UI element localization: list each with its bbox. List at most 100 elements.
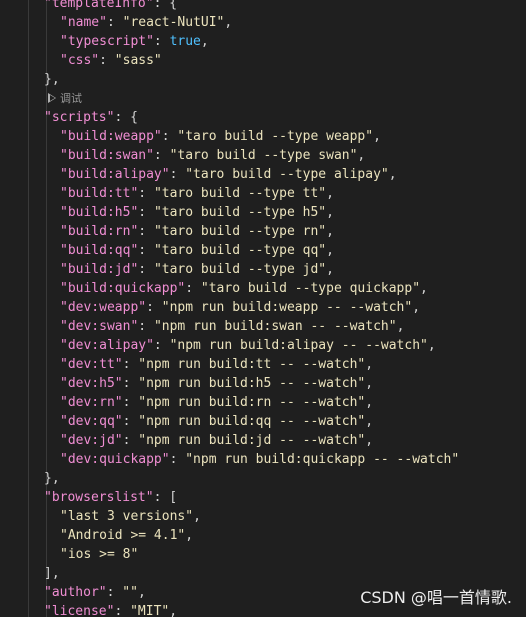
code-line[interactable]: "dev:jd": "npm run build:jd -- --watch", [60, 431, 373, 450]
json-punctuation: : [138, 262, 154, 277]
json-punctuation: , [224, 15, 233, 30]
json-string: "taro build --type quickapp" [200, 281, 421, 296]
code-line[interactable]: "ios >= 8" [60, 545, 138, 564]
code-line[interactable]: "author": "", [44, 583, 146, 602]
code-line[interactable]: }, [44, 70, 60, 89]
code-line[interactable]: "build:tt": "taro build --type tt", [60, 184, 334, 203]
code-line[interactable]: "scripts": { [44, 108, 138, 127]
json-punctuation: : [153, 338, 170, 353]
json-punctuation: , [365, 395, 374, 410]
code-line[interactable]: "build:h5": "taro build --type h5", [60, 203, 334, 222]
code-line[interactable]: "name": "react-NutUI", [60, 13, 232, 32]
json-key: "dev:quickapp" [60, 452, 170, 467]
json-key: "typescript" [60, 34, 154, 49]
json-key: "license" [44, 604, 115, 617]
json-key: "author" [44, 585, 107, 600]
code-line[interactable]: "typescript": true, [60, 32, 209, 51]
json-key: "build:weapp" [60, 129, 162, 144]
code-line[interactable]: "last 3 versions", [60, 507, 201, 526]
json-key: "dev:weapp" [60, 300, 147, 315]
json-punctuation: : [169, 167, 186, 182]
json-punctuation: , [200, 34, 209, 49]
codelens-label[interactable]: 调试 [60, 92, 82, 105]
json-punctuation: : [138, 319, 154, 334]
code-line[interactable]: "build:quickapp": "taro build --type qui… [60, 279, 428, 298]
json-string: "ios >= 8" [60, 547, 139, 562]
code-line[interactable]: "build:rn": "taro build --type rn", [60, 222, 334, 241]
json-punctuation: , [357, 148, 366, 163]
json-punctuation: : [122, 357, 139, 372]
json-punctuation: , [388, 167, 397, 182]
json-key: "dev:rn" [60, 395, 123, 410]
code-line[interactable]: "dev:tt": "npm run build:tt -- --watch", [60, 355, 373, 374]
json-punctuation: , [326, 186, 334, 201]
json-string: "npm run build:swan -- --watch" [153, 319, 397, 334]
json-key: "build:quickapp" [60, 281, 186, 296]
json-boolean: true [169, 34, 201, 49]
code-line[interactable]: "dev:h5": "npm run build:h5 -- --watch", [60, 374, 373, 393]
json-string: "npm run build:qq -- --watch" [138, 414, 366, 429]
json-punctuation: , [326, 262, 334, 277]
json-string: "taro build --type weapp" [177, 129, 374, 144]
json-string: "taro build --type alipay" [185, 167, 389, 182]
json-punctuation: : [ [153, 490, 178, 505]
code-line[interactable]: "templateInfo": { [44, 0, 177, 13]
json-punctuation: : [106, 15, 123, 30]
json-string: "Android >= 4.1" [60, 528, 186, 543]
json-key: "dev:qq" [60, 414, 123, 429]
json-string: "" [122, 585, 138, 600]
json-punctuation: , [365, 357, 374, 372]
json-punctuation: : [122, 433, 139, 448]
json-punctuation: : [122, 376, 139, 391]
code-line[interactable]: "dev:swan": "npm run build:swan -- --wat… [60, 317, 404, 336]
code-line[interactable]: "dev:quickapp": "npm run build:quickapp … [60, 450, 459, 469]
code-line[interactable]: "build:jd": "taro build --type jd", [60, 260, 334, 279]
json-punctuation: , [365, 433, 374, 448]
json-key: "build:alipay" [60, 167, 170, 182]
json-punctuation: , [326, 205, 334, 220]
json-punctuation: ], [44, 566, 60, 581]
code-editor[interactable]: "templateInfo": {"name": "react-NutUI", "… [0, 0, 526, 617]
debug-codelens[interactable]: 调试 [48, 90, 82, 108]
json-punctuation: : [161, 129, 178, 144]
json-string: "sass" [114, 53, 162, 68]
json-punctuation: , [326, 224, 334, 239]
json-key: "scripts" [44, 110, 115, 125]
json-string: "taro build --type h5" [153, 205, 327, 220]
json-string: "npm run build:jd -- --watch" [138, 433, 366, 448]
run-debug-icon[interactable] [48, 93, 56, 103]
code-line[interactable]: "build:qq": "taro build --type qq", [60, 241, 334, 260]
code-line[interactable]: "dev:qq": "npm run build:qq -- --watch", [60, 412, 373, 431]
code-line[interactable]: }, [44, 469, 60, 488]
json-key: "css" [60, 53, 100, 68]
json-punctuation: , [137, 585, 146, 600]
code-line[interactable]: "build:swan": "taro build --type swan", [60, 146, 365, 165]
json-punctuation: , [365, 414, 374, 429]
json-key: "name" [60, 15, 107, 30]
code-line[interactable]: "css": "sass" [60, 51, 162, 70]
json-key: "dev:alipay" [60, 338, 154, 353]
json-punctuation: : [138, 224, 154, 239]
code-line[interactable]: "Android >= 4.1", [60, 526, 193, 545]
code-line[interactable]: "build:weapp": "taro build --type weapp"… [60, 127, 381, 146]
json-string: "npm run build:quickapp -- --watch" [185, 452, 460, 467]
json-punctuation: : [146, 300, 162, 315]
code-line[interactable]: "dev:weapp": "npm run build:weapp -- --w… [60, 298, 420, 317]
json-punctuation: }, [44, 72, 60, 87]
json-punctuation: , [412, 300, 421, 315]
json-punctuation: , [420, 281, 428, 296]
json-string: "npm run build:alipay -- --watch" [169, 338, 428, 353]
code-line[interactable]: "license": "MIT", [44, 602, 177, 617]
json-punctuation: , [365, 376, 374, 391]
code-line[interactable]: "dev:alipay": "npm run build:alipay -- -… [60, 336, 436, 355]
json-key: "dev:tt" [60, 357, 123, 372]
code-line[interactable]: "dev:rn": "npm run build:rn -- --watch", [60, 393, 373, 412]
code-line[interactable]: "build:alipay": "taro build --type alipa… [60, 165, 397, 184]
json-string: "npm run build:rn -- --watch" [138, 395, 366, 410]
json-punctuation: : [169, 452, 186, 467]
json-string: "taro build --type qq" [153, 243, 327, 258]
code-line[interactable]: "browserslist": [ [44, 488, 177, 507]
json-string: "taro build --type swan" [169, 148, 358, 163]
json-key: "build:jd" [60, 262, 139, 277]
code-line[interactable]: ], [44, 564, 60, 583]
